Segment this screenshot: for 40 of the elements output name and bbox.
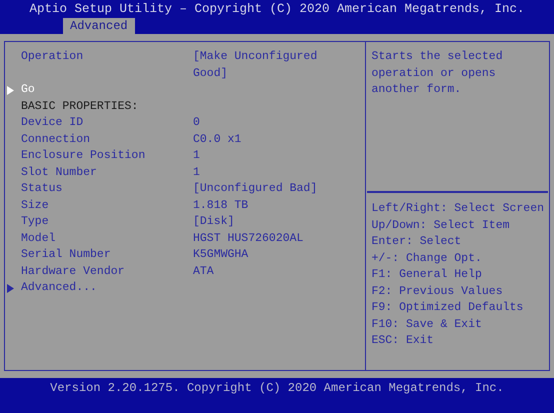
setting-value[interactable]: [Disk] (193, 214, 325, 230)
setting-value[interactable]: K5GMWGHA (193, 247, 325, 264)
key-help-text: F1: General Help (371, 267, 483, 283)
setting-value[interactable]: 1.818 TB (193, 198, 325, 214)
setting-label: Hardware Vendor (21, 264, 126, 280)
triangle-icon (7, 284, 14, 293)
setting-label: Size (21, 198, 50, 214)
setting-value[interactable]: 1 (193, 148, 325, 164)
setting-value[interactable]: [Make Unconfigured Good] (193, 49, 325, 82)
setting-label: Enclosure Position (21, 148, 146, 164)
setting-label: Serial Number (21, 247, 112, 263)
help-text: Starts the selected operation or opens another form. (370, 49, 504, 98)
setting-label: Operation (21, 49, 84, 65)
version-text: Version 2.20.1275. Copyright (C) 2020 American Megatrends, Inc. (50, 380, 504, 397)
setting-label: Connection (21, 132, 92, 148)
key-help-text: Enter: Select (371, 234, 462, 250)
key-help-text: F10: Save & Exit (371, 316, 483, 332)
key-help-text: Up/Down: Select Item (371, 218, 510, 234)
setting-value[interactable]: [Unconfigured Bad] (193, 181, 325, 198)
setting-label: Model (21, 230, 57, 246)
submenu-link[interactable]: Advanced... (21, 280, 97, 296)
setting-label: Type (21, 214, 50, 230)
window-title: Aptio Setup Utility – Copyright (C) 2020 American Megatrends, Inc. (29, 1, 525, 18)
key-help-text: Left/Right: Select Screen (371, 201, 544, 217)
menu-tab[interactable]: Advanced (63, 18, 135, 34)
setting-value[interactable]: ATA (193, 264, 325, 280)
submenu-link[interactable]: Go (21, 82, 35, 98)
setting-value[interactable]: HGST HUS726020AL (193, 230, 325, 247)
setting-value[interactable]: 1 (193, 164, 325, 181)
key-help-text: +/-: Change Opt. (371, 250, 483, 266)
setting-label: Status (21, 181, 64, 197)
section-heading: BASIC PROPERTIES: (21, 98, 140, 114)
setting-label: Slot Number (21, 164, 98, 180)
key-help-text: ESC: Exit (371, 333, 435, 349)
key-help-text: F2: Previous Values (371, 284, 504, 300)
key-help-text: F9: Optimized Defaults (371, 300, 524, 316)
setting-value[interactable]: 0 (193, 115, 325, 132)
triangle-icon (7, 86, 14, 95)
setting-label: Device ID (21, 115, 84, 131)
setting-value[interactable]: C0.0 x1 (193, 132, 325, 148)
